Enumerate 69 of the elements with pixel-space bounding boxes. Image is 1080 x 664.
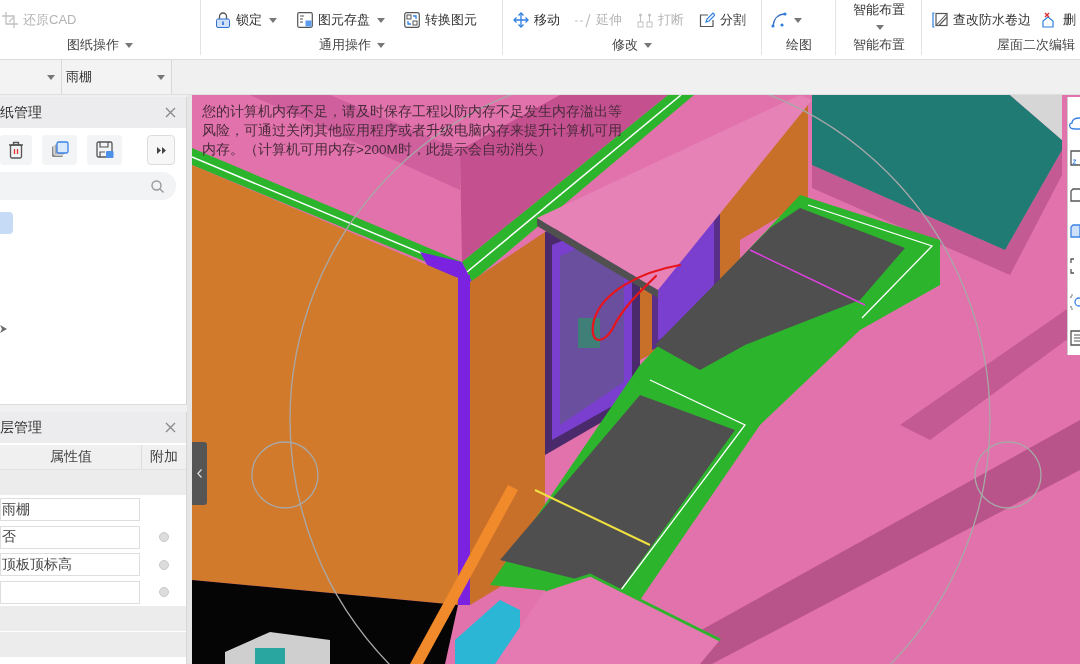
toolbar-button[interactable]: 转换图元 [404, 11, 477, 29]
copy-icon [50, 141, 69, 159]
caret-icon [376, 17, 385, 23]
save-button[interactable] [87, 135, 122, 165]
close-icon [165, 422, 176, 433]
caret-icon[interactable] [644, 42, 652, 48]
edit-square-icon [699, 12, 715, 28]
nodes-icon [637, 12, 653, 28]
collapse-handle[interactable] [192, 442, 207, 505]
expand-arrow-icon[interactable] [0, 325, 7, 333]
toolbar-button[interactable]: 删 [1042, 11, 1076, 29]
toolbar-button[interactable]: 查改防水卷边 [932, 11, 1031, 29]
close-icon [165, 107, 176, 118]
more-button[interactable] [147, 135, 175, 165]
group-label: 通用操作 [318, 36, 371, 55]
column-header: 属性值 [48, 448, 93, 466]
group-label: 修改 [612, 36, 638, 55]
arc-tool-button[interactable] [771, 11, 802, 29]
cloud-icon[interactable] [1069, 114, 1080, 130]
toolbar-button[interactable]: 锁定 [215, 11, 277, 29]
number-box-icon[interactable] [1069, 150, 1080, 166]
group-label: 智能布置 [852, 36, 905, 55]
search-field[interactable] [0, 172, 176, 200]
memory-warning-text: 您的计算机内存不足，请及时保存工程以防内存不足发生内存溢出等风险，可通过关闭其他应用程序或者升级电脑内存来提升计算机可用内存。（计算机可用内存>200M时，此提示会自动消失） [202, 103, 623, 159]
swap-icon [404, 12, 420, 28]
save-icon [95, 141, 114, 159]
move-icon [513, 12, 529, 28]
group-label: 绘图 [785, 36, 812, 55]
radio-button[interactable] [158, 532, 169, 543]
crop-icon [2, 12, 18, 28]
caret-icon[interactable] [376, 42, 385, 48]
toolbar-button[interactable]: 图元存盘 [296, 11, 385, 29]
dashed-line-icon [575, 12, 591, 28]
dashed-ring-icon[interactable] [1069, 294, 1080, 310]
group-label: 屋面二次编辑 [997, 36, 1075, 55]
arc-icon [771, 12, 787, 28]
panel-title: 层管理 [0, 418, 42, 437]
search-icon [151, 179, 164, 193]
copy-button[interactable] [42, 135, 77, 165]
caret-icon [794, 17, 802, 23]
caret-icon [875, 25, 884, 30]
value-field[interactable]: 顶板顶标高 [0, 553, 140, 577]
trash-icon [8, 141, 24, 159]
caret-icon[interactable] [125, 42, 133, 48]
close-button[interactable] [165, 107, 176, 118]
value-field[interactable] [0, 580, 140, 604]
document-icon [296, 12, 313, 28]
square-slash-icon [932, 12, 948, 28]
radio-button[interactable] [158, 587, 169, 598]
value-field[interactable]: 雨棚 [0, 498, 140, 522]
panel-title: 纸管理 [0, 103, 42, 122]
lock-icon [215, 12, 231, 28]
toolbar-button[interactable]: 移动 [513, 11, 560, 29]
value-field[interactable]: 否 [0, 525, 140, 549]
smart-layout-button[interactable]: 智能布置 [852, 0, 905, 30]
delete-button[interactable] [0, 135, 32, 165]
chevron-left-icon [197, 469, 202, 478]
column-header: 附加 [141, 445, 186, 469]
caret-icon [47, 74, 55, 80]
caret-icon [157, 74, 165, 80]
double-arrow-icon [156, 146, 166, 154]
radio-button[interactable] [158, 559, 169, 570]
close-button[interactable] [165, 422, 176, 433]
caret-icon [269, 17, 277, 23]
list-icon[interactable] [1069, 330, 1080, 346]
folder-icon[interactable] [1069, 186, 1080, 202]
toolbar-button[interactable]: 分割 [699, 11, 746, 29]
group-label: 图纸操作 [67, 36, 119, 55]
filled-folder-icon[interactable] [1069, 222, 1080, 238]
